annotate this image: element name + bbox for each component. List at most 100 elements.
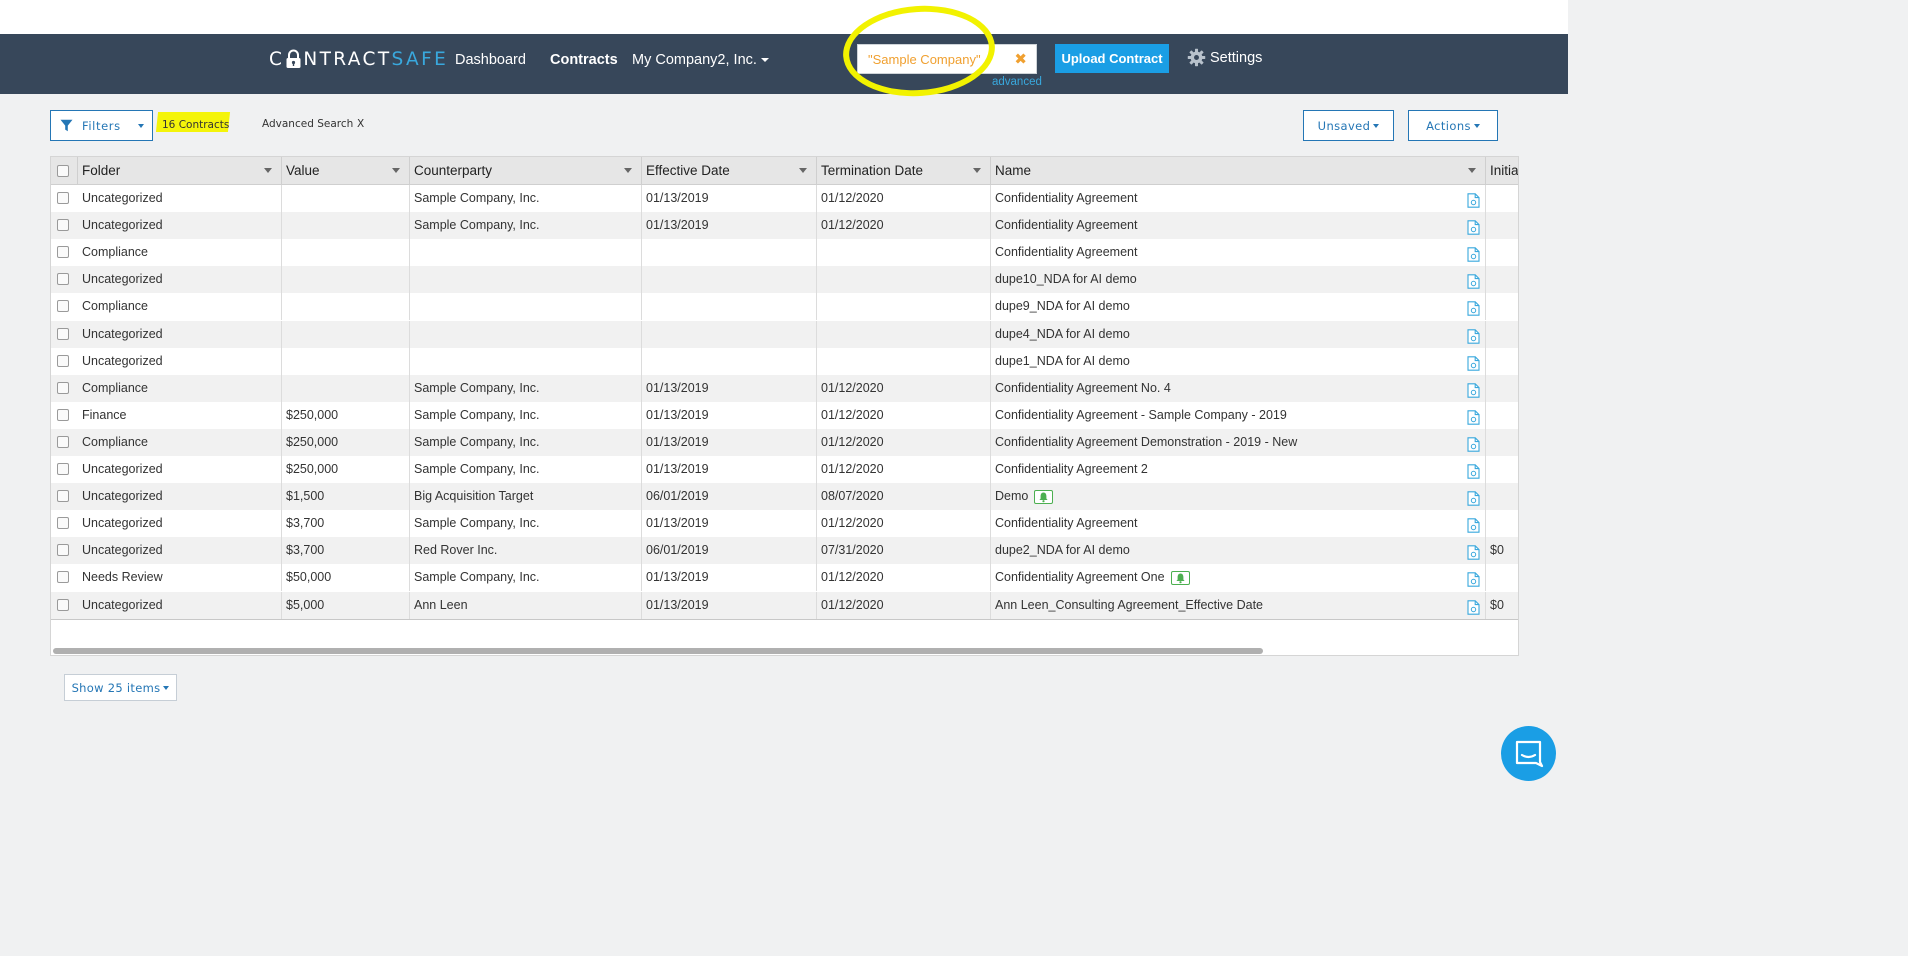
- column-menu-icon[interactable]: [973, 168, 981, 173]
- cell-initial-text: $0: [1490, 597, 1504, 612]
- document-icon[interactable]: [1467, 272, 1480, 293]
- row-checkbox[interactable]: [57, 435, 69, 448]
- document-icon[interactable]: [1467, 327, 1480, 348]
- column-menu-icon[interactable]: [392, 168, 400, 173]
- table-row[interactable]: Compliance Confidentiality Agreement: [51, 239, 1518, 267]
- document-icon[interactable]: [1467, 516, 1480, 537]
- document-icon[interactable]: [1467, 218, 1480, 239]
- table-row[interactable]: Compliance Sample Company, Inc. 01/13/2019…: [51, 374, 1518, 402]
- row-checkbox[interactable]: [57, 246, 69, 259]
- unsaved-dropdown[interactable]: Unsaved: [1303, 110, 1394, 141]
- document-icon[interactable]: [1467, 408, 1480, 429]
- row-checkbox[interactable]: [57, 354, 69, 367]
- document-icon[interactable]: [1467, 489, 1480, 510]
- settings-link[interactable]: Settings: [1187, 48, 1262, 67]
- cell-name[interactable]: dupe4_NDA for AI demo: [991, 320, 1486, 348]
- row-checkbox[interactable]: [57, 544, 69, 557]
- column-menu-icon[interactable]: [1468, 168, 1476, 173]
- column-header-effective-date[interactable]: Effective Date: [642, 157, 817, 184]
- filters-button[interactable]: Filters: [50, 110, 153, 141]
- search-input[interactable]: [858, 45, 1008, 73]
- column-header-folder[interactable]: Folder: [78, 157, 282, 184]
- column-menu-icon[interactable]: [799, 168, 807, 173]
- clear-search-icon[interactable]: ✖: [1014, 50, 1027, 68]
- row-checkbox[interactable]: [57, 517, 69, 530]
- table-row[interactable]: Uncategorized $250,000 Sample Company, Inc…: [51, 456, 1518, 483]
- cell-name[interactable]: dupe1_NDA for AI demo: [991, 347, 1486, 375]
- chat-button[interactable]: [1501, 726, 1556, 781]
- row-checkbox[interactable]: [57, 490, 69, 503]
- row-checkbox[interactable]: [57, 463, 69, 475]
- cell-effective-date-text: 01/13/2019: [646, 434, 709, 449]
- column-header-termination-date[interactable]: Termination Date: [817, 157, 991, 184]
- document-icon[interactable]: [1467, 543, 1480, 564]
- cell-name[interactable]: Confidentiality Agreement: [991, 212, 1486, 240]
- cell-counterparty-text: Sample Company, Inc.: [414, 516, 540, 531]
- chevron-down-icon[interactable]: [138, 124, 144, 128]
- cell-name[interactable]: Confidentiality Agreement 2: [991, 456, 1486, 483]
- column-menu-icon[interactable]: [624, 168, 632, 173]
- column-header-counterparty[interactable]: Counterparty: [410, 157, 642, 184]
- table-row[interactable]: Finance $250,000 Sample Company, Inc. 01/13…: [51, 401, 1518, 429]
- row-checkbox[interactable]: [57, 598, 69, 611]
- table-row[interactable]: Uncategorized $5,000 Ann Leen 01/13/2019 01/…: [51, 591, 1518, 619]
- cell-name[interactable]: dupe9_NDA for AI demo: [991, 293, 1486, 321]
- actions-dropdown[interactable]: Actions: [1408, 110, 1498, 141]
- table-row[interactable]: Uncategorized dupe10_NDA for AI demo: [51, 266, 1518, 294]
- nav-contracts-link[interactable]: Contracts: [550, 52, 618, 68]
- row-checkbox[interactable]: [57, 219, 69, 232]
- cell-name[interactable]: dupe2_NDA for AI demo: [991, 537, 1486, 565]
- column-menu-icon[interactable]: [264, 168, 272, 173]
- document-icon[interactable]: [1467, 245, 1480, 266]
- nav-dashboard-link[interactable]: Dashboard: [455, 52, 526, 68]
- document-icon[interactable]: [1467, 381, 1480, 402]
- advanced-search-link[interactable]: advanced: [992, 76, 1042, 88]
- cell-name[interactable]: dupe10_NDA for AI demo: [991, 266, 1486, 294]
- table-row[interactable]: Uncategorized $1,500 Big Acquisition Targe…: [51, 483, 1518, 511]
- table-row[interactable]: Compliance dupe9_NDA for AI demo: [51, 293, 1518, 321]
- row-checkbox[interactable]: [57, 300, 69, 313]
- row-checkbox[interactable]: [57, 192, 69, 204]
- table-row[interactable]: Compliance $250,000 Sample Company, Inc. 01…: [51, 428, 1518, 456]
- cell-name[interactable]: Confidentiality Agreement Demonstration …: [991, 428, 1486, 456]
- document-icon[interactable]: [1467, 299, 1480, 320]
- document-icon[interactable]: [1467, 462, 1480, 483]
- horizontal-scrollbar-thumb[interactable]: [53, 648, 1263, 654]
- row-checkbox[interactable]: [57, 327, 69, 340]
- row-checkbox[interactable]: [57, 408, 69, 421]
- row-checkbox[interactable]: [57, 571, 69, 584]
- table-row[interactable]: Needs Review $50,000 Sample Company, Inc. 0…: [51, 564, 1518, 592]
- row-checkbox[interactable]: [57, 273, 69, 286]
- cell-name[interactable]: Confidentiality Agreement: [991, 185, 1486, 212]
- table-row[interactable]: Uncategorized $3,700 Red Rover Inc. 06/01/2…: [51, 537, 1518, 565]
- cell-name[interactable]: Confidentiality Agreement No. 4: [991, 374, 1486, 402]
- company-dropdown[interactable]: My Company2, Inc.: [632, 52, 769, 68]
- bell-icon[interactable]: [1034, 489, 1054, 504]
- bell-icon[interactable]: [1170, 571, 1190, 586]
- upload-contract-button[interactable]: Upload Contract: [1055, 44, 1169, 73]
- table-row[interactable]: Uncategorized $3,700 Sample Company, Inc. 0…: [51, 510, 1518, 538]
- document-icon[interactable]: [1467, 570, 1480, 591]
- advanced-search-close[interactable]: X: [357, 118, 364, 130]
- document-icon[interactable]: [1467, 435, 1480, 456]
- table-row[interactable]: Uncategorized dupe1_NDA for AI demo: [51, 347, 1518, 375]
- cell-name[interactable]: Confidentiality Agreement - Sample Compa…: [991, 401, 1486, 429]
- document-icon[interactable]: [1467, 598, 1480, 619]
- table-row[interactable]: Uncategorized Sample Company, Inc. 01/13/2…: [51, 185, 1518, 212]
- column-header-initial[interactable]: Initial: [1486, 157, 1518, 184]
- table-row[interactable]: Uncategorized dupe4_NDA for AI demo: [51, 320, 1518, 348]
- column-header-name[interactable]: Name: [991, 157, 1486, 184]
- select-all-checkbox[interactable]: [57, 165, 69, 177]
- page-size-dropdown[interactable]: Show 25 items: [64, 674, 177, 701]
- row-checkbox[interactable]: [57, 381, 69, 394]
- column-header-value[interactable]: Value: [282, 157, 410, 184]
- cell-name[interactable]: Confidentiality Agreement One: [991, 564, 1486, 592]
- table-row[interactable]: Uncategorized Sample Company, Inc. 01/13/2…: [51, 212, 1518, 240]
- document-icon[interactable]: [1467, 191, 1480, 212]
- cell-name[interactable]: Demo: [991, 483, 1486, 511]
- cell-name[interactable]: Confidentiality Agreement: [991, 239, 1486, 267]
- cell-name[interactable]: Ann Leen_Consulting Agreement_Effective …: [991, 591, 1486, 619]
- document-icon[interactable]: [1467, 354, 1480, 375]
- contractsafe-logo[interactable]: C NTRACT SAFE: [269, 46, 448, 72]
- cell-name[interactable]: Confidentiality Agreement: [991, 510, 1486, 538]
